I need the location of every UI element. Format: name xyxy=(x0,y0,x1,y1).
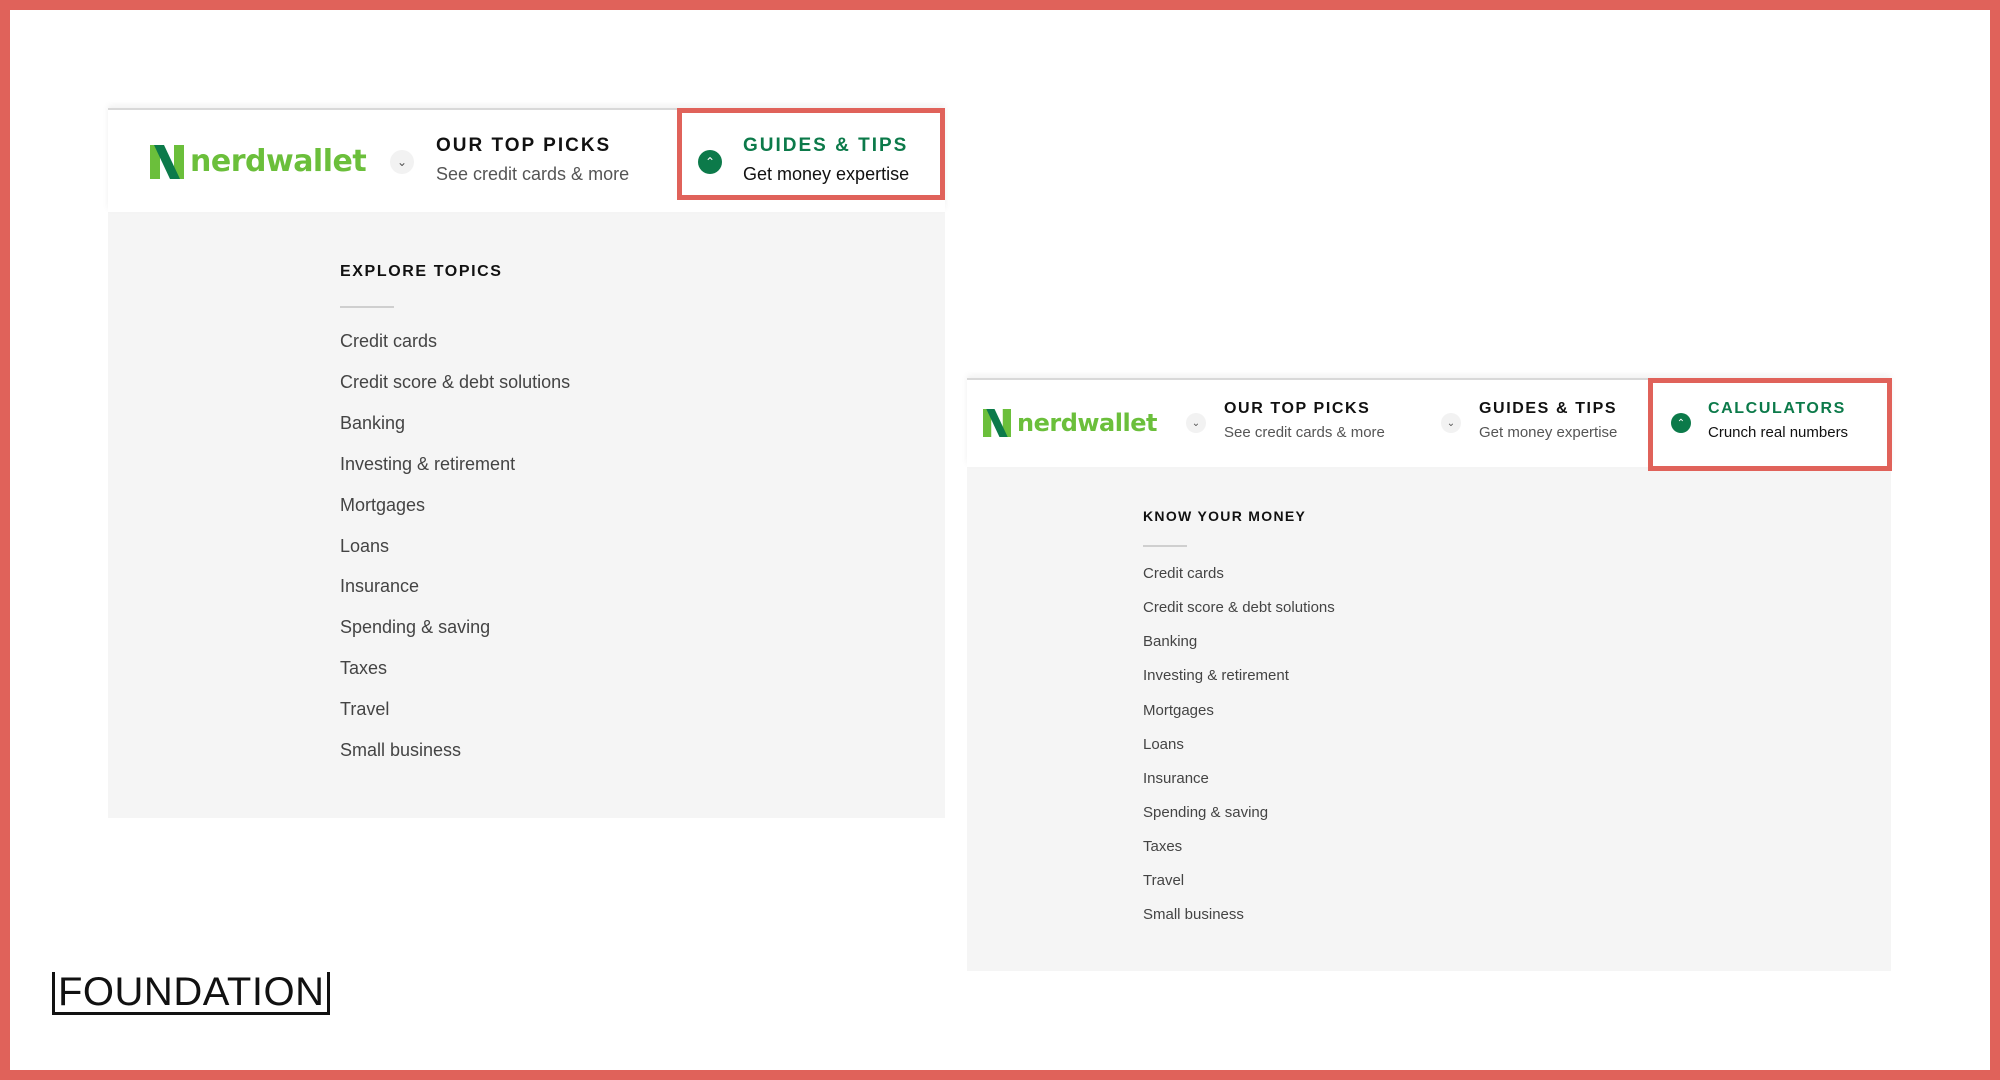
nerdwallet-n-icon xyxy=(983,409,1011,437)
menu-link[interactable]: Banking xyxy=(340,413,405,434)
nav-title: GUIDES & TIPS xyxy=(1479,400,1618,417)
menu-link[interactable]: Banking xyxy=(1143,633,1197,650)
menu-link[interactable]: Credit cards xyxy=(340,331,437,352)
menu-divider xyxy=(340,306,394,308)
menu-link[interactable]: Loans xyxy=(1143,736,1184,753)
menu-heading: EXPLORE TOPICS xyxy=(340,263,503,280)
menu-link[interactable]: Small business xyxy=(340,740,461,761)
menu-link[interactable]: Travel xyxy=(1143,872,1184,889)
menu-link[interactable]: Credit score & debt solutions xyxy=(340,372,570,393)
menu-link[interactable]: Mortgages xyxy=(1143,702,1214,719)
highlight-box-guides-tips xyxy=(677,108,945,200)
chevron-down-icon: ⌄ xyxy=(390,150,414,174)
menu-link[interactable]: Insurance xyxy=(1143,770,1209,787)
nav-subtitle: See credit cards & more xyxy=(436,164,630,184)
nav-subtitle: See credit cards & more xyxy=(1224,424,1385,441)
nav-title: OUR TOP PICKS xyxy=(436,135,612,156)
nav-our-top-picks[interactable]: ⌄ OUR TOP PICKS See credit cards & more xyxy=(1186,380,1426,469)
nerdwallet-logo[interactable]: nerdwallet xyxy=(150,144,367,179)
foundation-logo: FOUNDATION xyxy=(52,972,331,1015)
nerdwallet-n-icon xyxy=(150,144,184,179)
menu-link[interactable]: Credit score & debt solutions xyxy=(1143,599,1335,616)
menu-link[interactable]: Taxes xyxy=(340,658,387,679)
nav-title: OUR TOP PICKS xyxy=(1224,400,1371,417)
menu-heading: KNOW YOUR MONEY xyxy=(1143,508,1307,524)
menu-link[interactable]: Spending & saving xyxy=(1143,804,1268,821)
menu-link[interactable]: Small business xyxy=(1143,906,1244,923)
nerdwallet-logo[interactable]: nerdwallet xyxy=(983,409,1157,437)
nav-subtitle: Get money expertise xyxy=(1479,424,1618,441)
menu-divider xyxy=(1143,545,1187,547)
know-your-money-menu: KNOW YOUR MONEY Credit cards Credit scor… xyxy=(1143,508,1503,938)
chevron-down-icon: ⌄ xyxy=(1186,413,1206,433)
menu-link[interactable]: Insurance xyxy=(340,576,419,597)
menu-link[interactable]: Mortgages xyxy=(340,495,425,516)
menu-link[interactable]: Credit cards xyxy=(1143,565,1224,582)
nav-guides-tips[interactable]: ⌄ GUIDES & TIPS Get money expertise xyxy=(1441,380,1641,469)
menu-link[interactable]: Loans xyxy=(340,536,389,557)
logo-wordmark: nerdwallet xyxy=(190,144,367,179)
chevron-down-icon: ⌄ xyxy=(1441,413,1461,433)
menu-link[interactable]: Travel xyxy=(340,699,389,720)
explore-topics-menu: EXPLORE TOPICS Credit cards Credit score… xyxy=(340,263,740,783)
menu-link[interactable]: Investing & retirement xyxy=(340,454,515,475)
logo-wordmark: nerdwallet xyxy=(1017,409,1157,437)
menu-link[interactable]: Investing & retirement xyxy=(1143,667,1289,684)
menu-link[interactable]: Taxes xyxy=(1143,838,1182,855)
menu-link[interactable]: Spending & saving xyxy=(340,617,490,638)
left-screenshot-panel: nerdwallet ⌄ OUR TOP PICKS See credit ca… xyxy=(108,108,945,818)
highlight-box-calculators xyxy=(1648,378,1892,471)
